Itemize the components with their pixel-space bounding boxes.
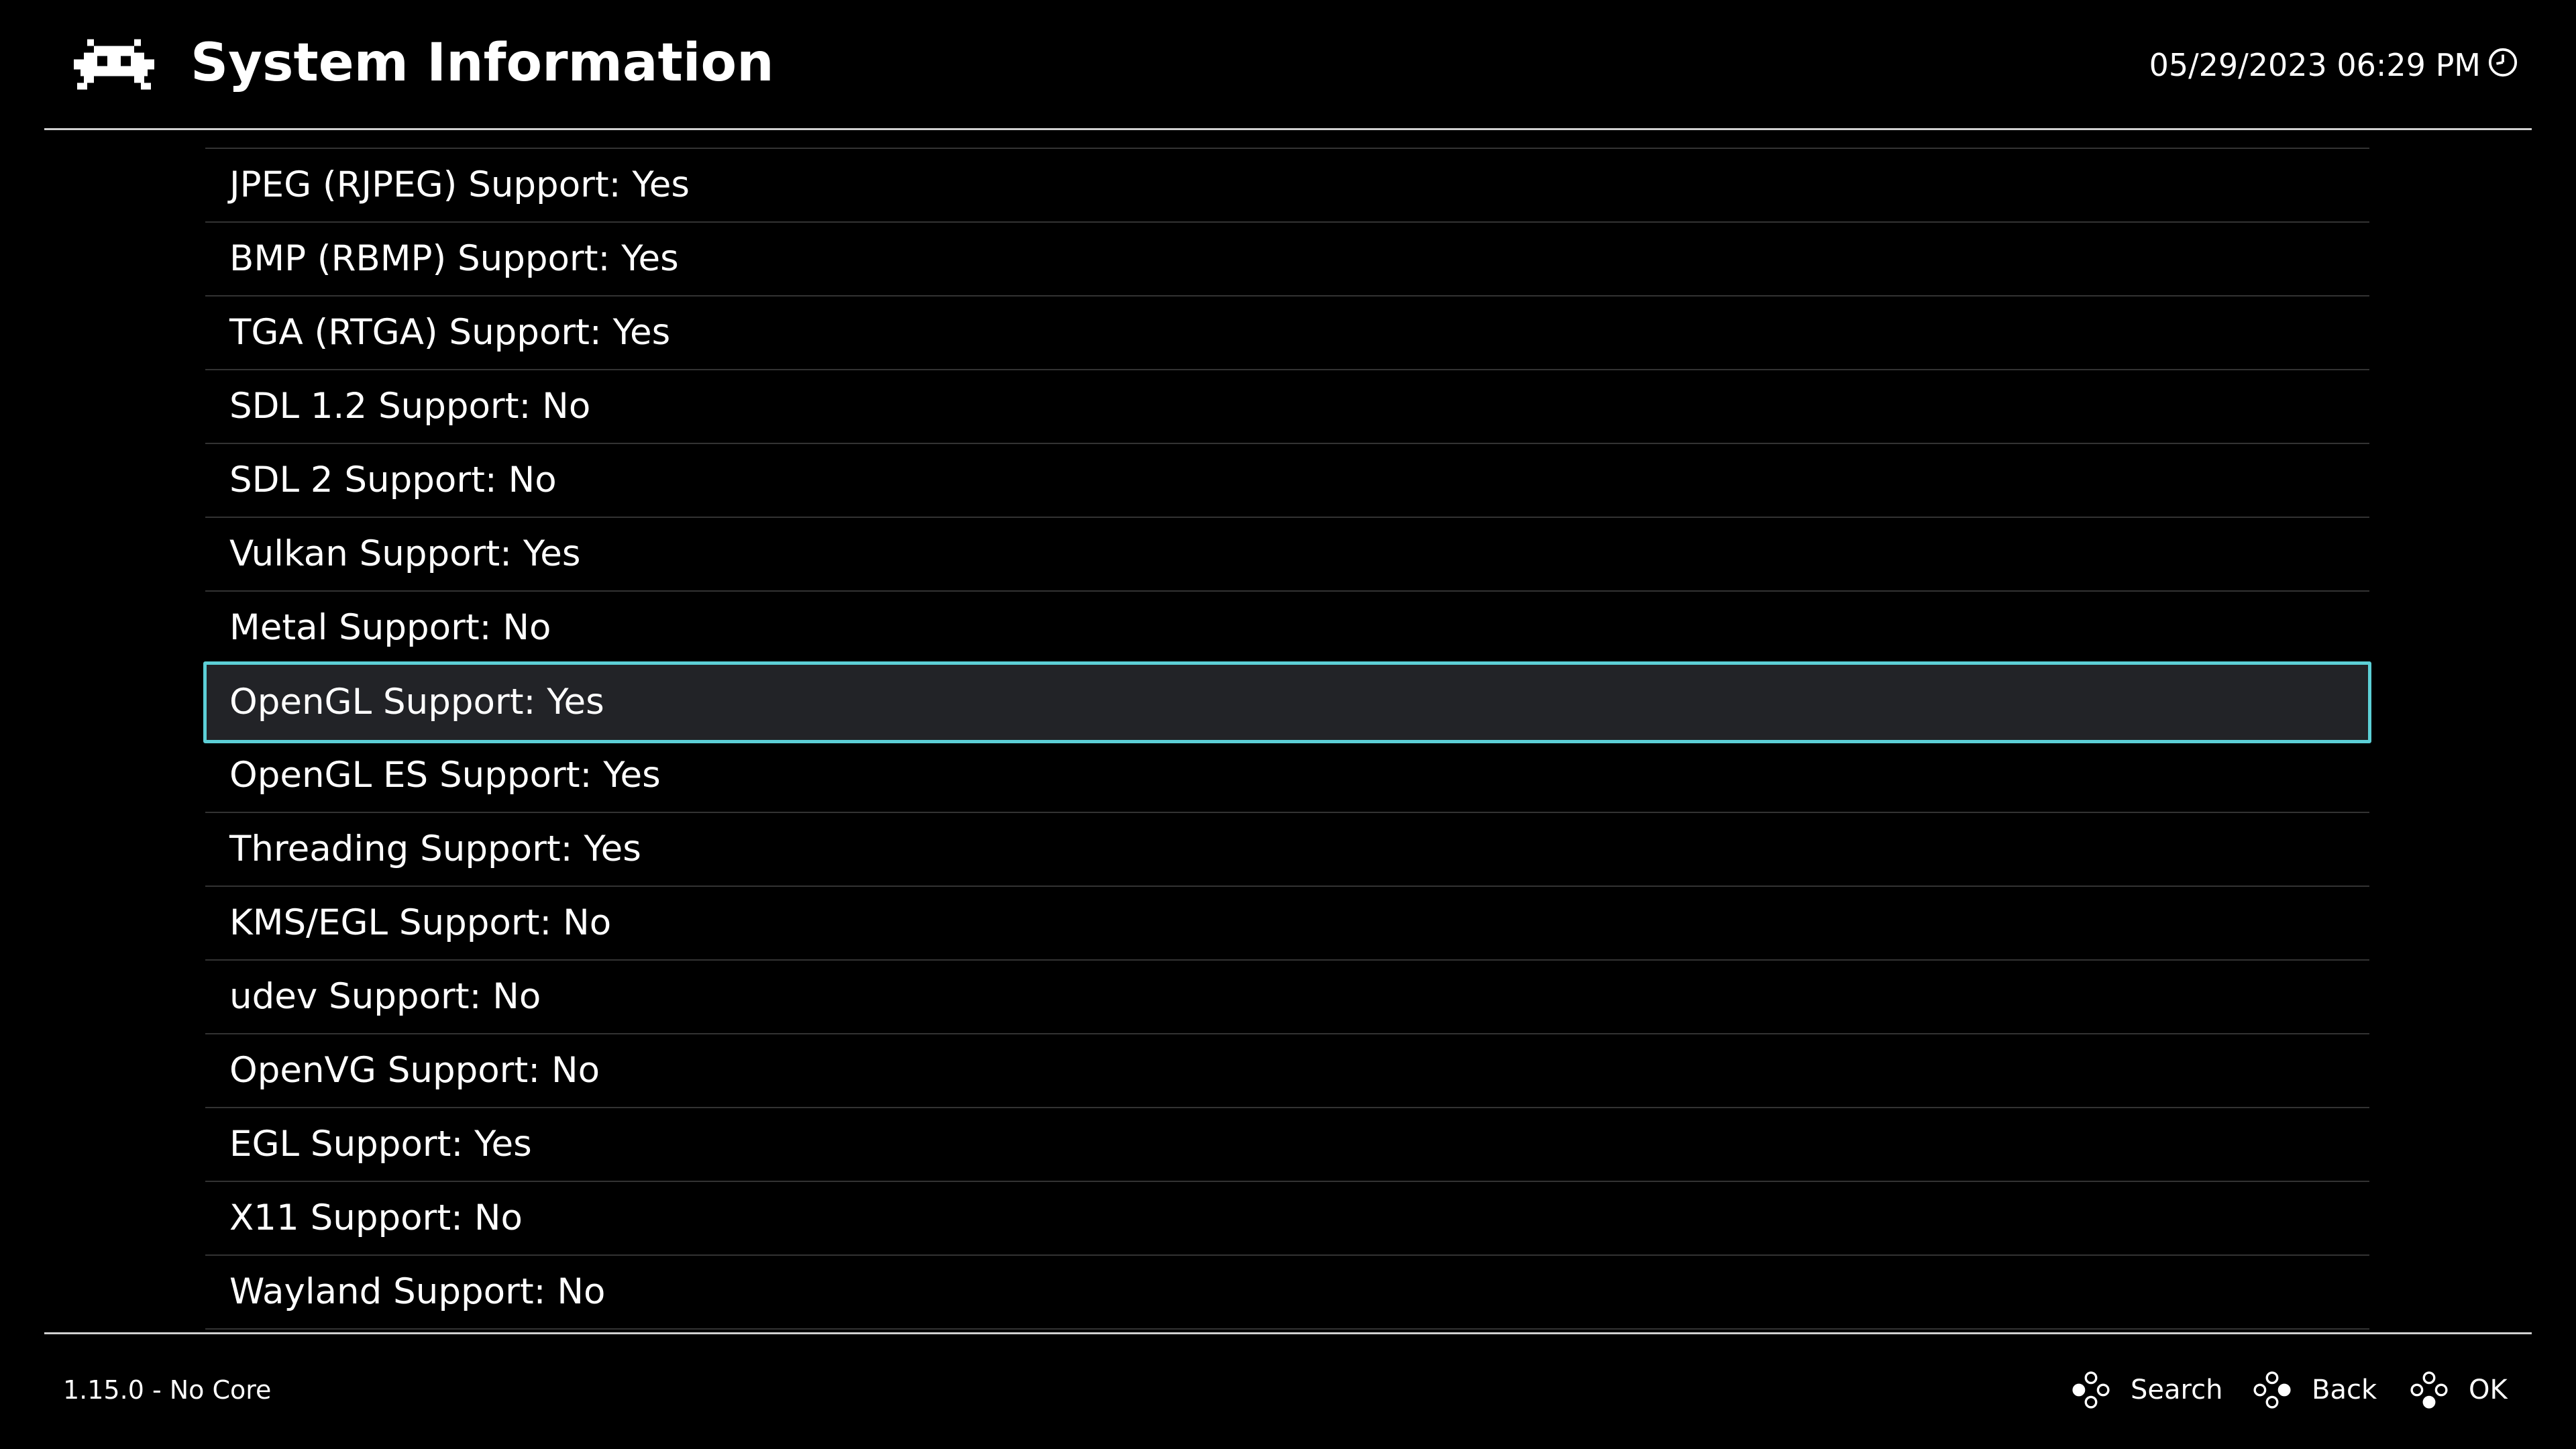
list-item-tga-support[interactable]: TGA (RTGA) Support: Yes <box>205 297 2369 370</box>
list-item-kms-egl-support[interactable]: KMS/EGL Support: No <box>205 887 2369 961</box>
list-item-openvg-support[interactable]: OpenVG Support: No <box>205 1034 2369 1108</box>
list-item-metal-support[interactable]: Metal Support: No <box>205 592 2369 665</box>
list-item-label: Metal Support: No <box>229 607 551 648</box>
list-item-label: OpenGL Support: Yes <box>229 682 604 722</box>
ok-hint-label: OK <box>2469 1375 2508 1405</box>
list-item-label: Wayland Support: No <box>229 1271 606 1312</box>
list-item-jpeg-support[interactable]: JPEG (RJPEG) Support: Yes <box>205 149 2369 223</box>
list-item-x11-support[interactable]: X11 Support: No <box>205 1182 2369 1256</box>
list-item-opengl-es-support[interactable]: OpenGL ES Support: Yes <box>205 739 2369 813</box>
list-item-opengl-support-selected[interactable]: OpenGL Support: Yes <box>203 661 2371 743</box>
list-item-sdl12-support[interactable]: SDL 1.2 Support: No <box>205 370 2369 444</box>
list-item-label: OpenGL ES Support: Yes <box>229 755 661 796</box>
list-content: PNG (RPNG) Support: Yes JPEG (RJPEG) Sup… <box>203 130 2371 1330</box>
list-item-label: Vulkan Support: Yes <box>229 533 581 574</box>
page-title: System Information <box>191 33 774 93</box>
gamepad-button-bottom-icon <box>2410 1371 2448 1409</box>
list-item-label: BMP (RBMP) Support: Yes <box>229 238 679 279</box>
list-item-label: PNG (RPNG) Support: Yes <box>229 130 677 148</box>
version-status: 1.15.0 - No Core <box>63 1375 272 1405</box>
app-root: System Information 05/29/2023 06:29 PM P… <box>0 0 2576 1449</box>
list-item-udev-support[interactable]: udev Support: No <box>205 961 2369 1034</box>
search-hint-label: Search <box>2131 1375 2223 1405</box>
list-item-label: X11 Support: No <box>229 1197 523 1238</box>
list-item-label: OpenVG Support: No <box>229 1050 600 1091</box>
list-item-label: udev Support: No <box>229 976 541 1017</box>
list-item-threading-support[interactable]: Threading Support: Yes <box>205 813 2369 887</box>
list-item-label: JPEG (RJPEG) Support: Yes <box>229 164 690 205</box>
back-hint-label: Back <box>2312 1375 2377 1405</box>
list-item-label: SDL 1.2 Support: No <box>229 386 591 427</box>
system-info-list[interactable]: PNG (RPNG) Support: Yes JPEG (RJPEG) Sup… <box>0 130 2576 1332</box>
gamepad-button-left-icon <box>2072 1371 2110 1409</box>
footer-divider <box>44 1332 2532 1334</box>
list-item-label: KMS/EGL Support: No <box>229 902 612 943</box>
list-item-label: SDL 2 Support: No <box>229 460 557 500</box>
header: System Information 05/29/2023 06:29 PM <box>0 0 2576 129</box>
gamepad-button-right-icon <box>2253 1371 2291 1409</box>
list-item-vulkan-support[interactable]: Vulkan Support: Yes <box>205 518 2369 592</box>
retroarch-invader-icon <box>74 39 154 90</box>
list-item-label: TGA (RTGA) Support: Yes <box>229 312 671 353</box>
list-item-bmp-support[interactable]: BMP (RBMP) Support: Yes <box>205 223 2369 297</box>
clock-datetime: 05/29/2023 06:29 PM <box>2149 47 2481 83</box>
list-item-label: Threading Support: Yes <box>229 828 641 869</box>
back-hint-button[interactable]: Back <box>2253 1368 2377 1411</box>
list-item-sdl2-support[interactable]: SDL 2 Support: No <box>205 444 2369 518</box>
list-item-wayland-support[interactable]: Wayland Support: No <box>205 1256 2369 1330</box>
search-hint-button[interactable]: Search <box>2072 1368 2222 1411</box>
list-item-png-support[interactable]: PNG (RPNG) Support: Yes <box>205 130 2369 149</box>
list-item-label: EGL Support: Yes <box>229 1124 532 1165</box>
list-item-egl-support[interactable]: EGL Support: Yes <box>205 1108 2369 1182</box>
ok-hint-button[interactable]: OK <box>2410 1368 2508 1411</box>
clock-icon <box>2488 48 2518 77</box>
